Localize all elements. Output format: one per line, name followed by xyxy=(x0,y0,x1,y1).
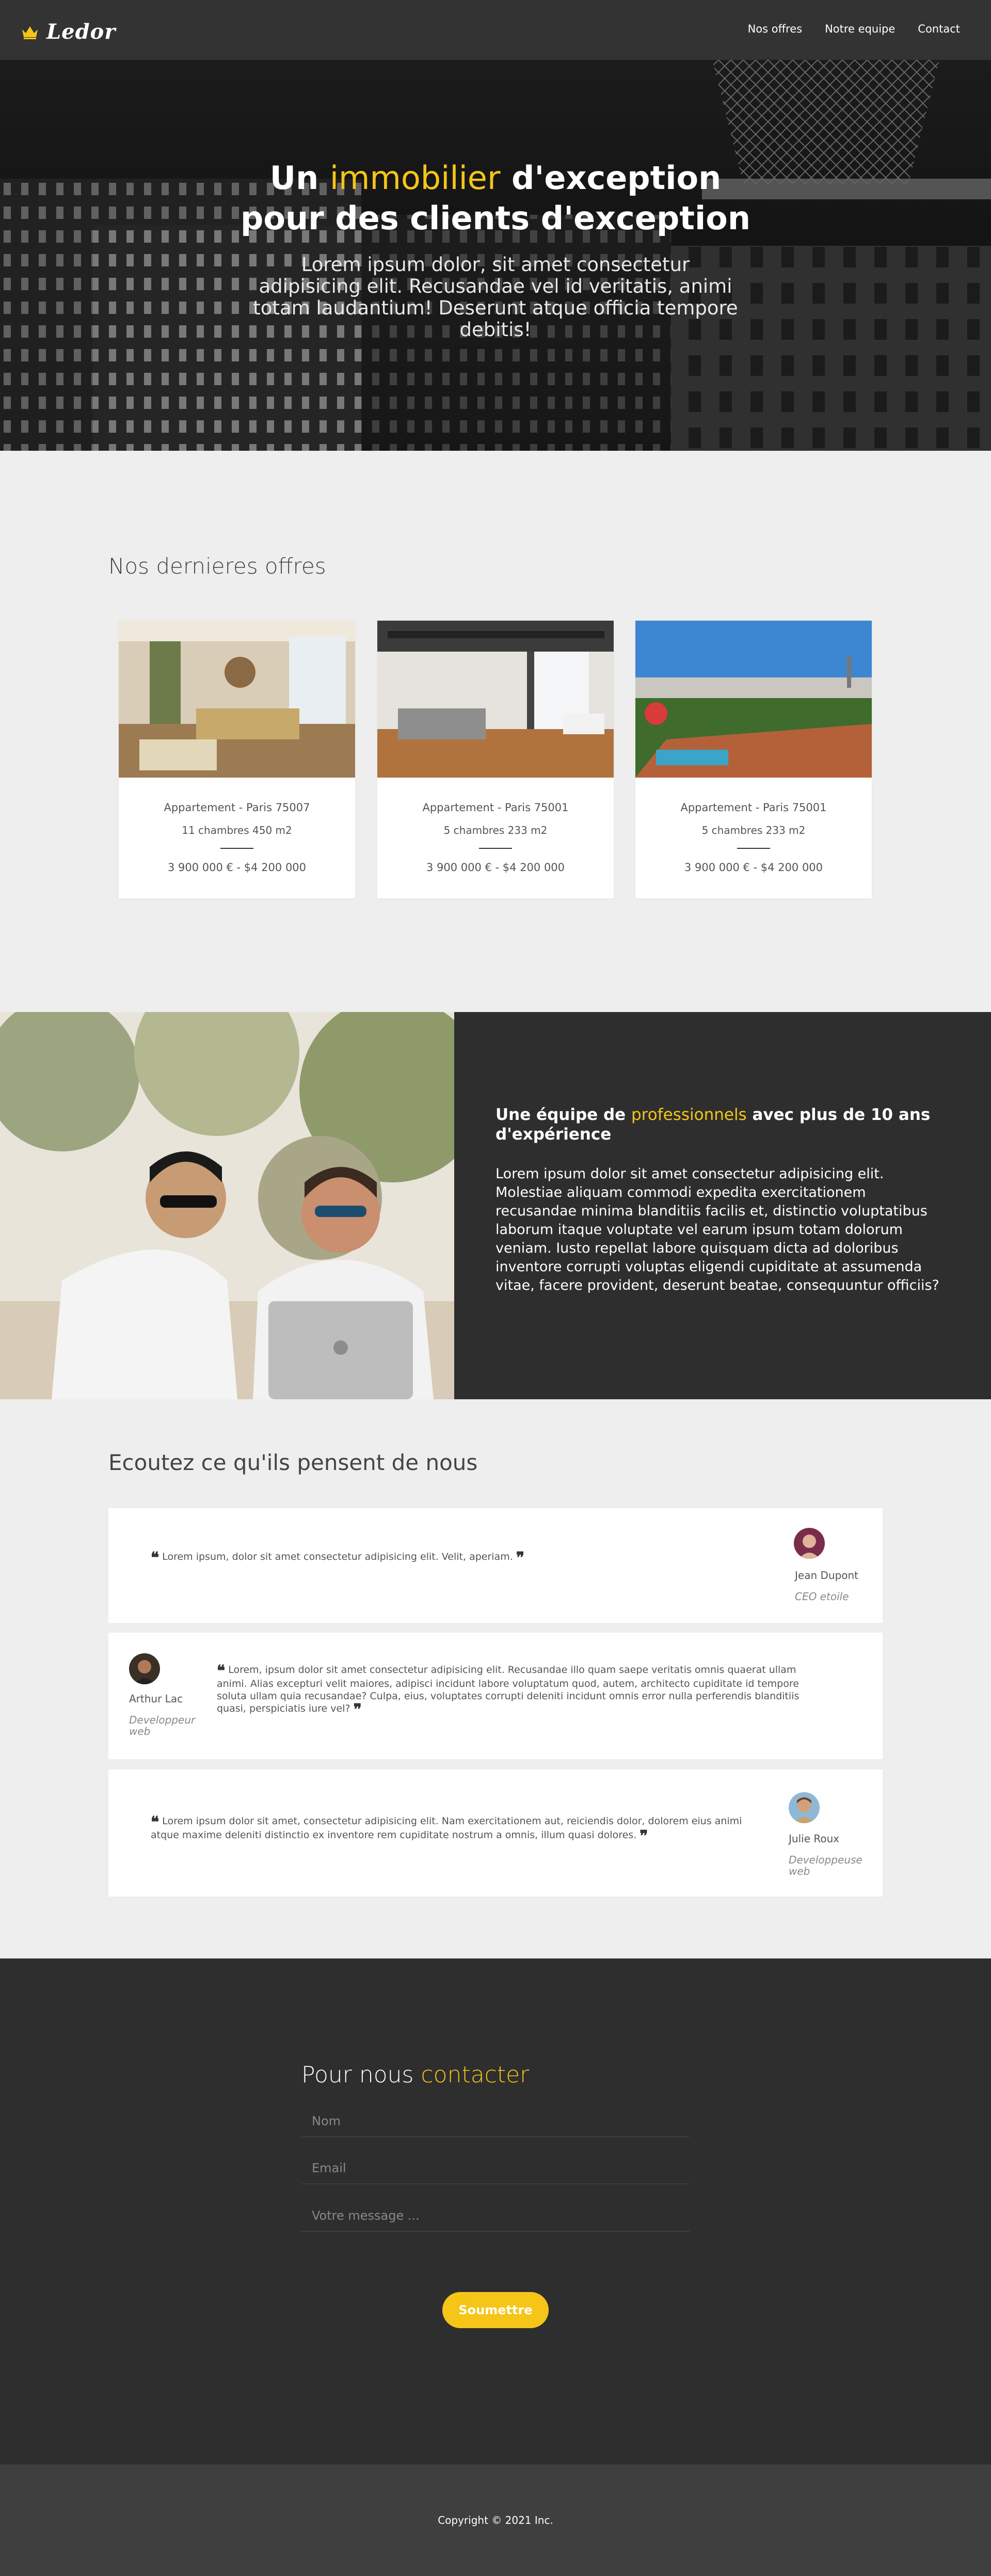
rooftop-terrace-photo xyxy=(635,621,872,778)
offer-card[interactable]: Appartement - Paris 75001 5 chambres 233… xyxy=(635,621,872,898)
message-field-wrapper xyxy=(301,2200,690,2232)
offer-rooms: 5 chambres 233 m2 xyxy=(443,824,548,836)
nav-link-offres[interactable]: Nos offres xyxy=(748,23,803,35)
offer-rooms: 5 chambres 233 m2 xyxy=(701,824,806,836)
name-field-wrapper xyxy=(301,2105,690,2137)
testimonial-quote-text: Lorem, ipsum dolor sit amet consectetur … xyxy=(217,1664,800,1714)
hero-title-line2: pour des clients d'exception xyxy=(241,199,750,237)
name-field[interactable] xyxy=(301,2105,690,2137)
offers-section-title: Nos dernieres offres xyxy=(108,554,326,579)
submit-button[interactable]: Soumettre xyxy=(442,2292,549,2328)
offer-card[interactable]: Appartement - Paris 75001 5 chambres 233… xyxy=(377,621,614,898)
offer-location: Appartement - Paris 75001 xyxy=(422,801,569,814)
footer: Copyright © 2021 Inc. xyxy=(0,2464,991,2576)
message-field[interactable] xyxy=(301,2200,690,2231)
offer-card[interactable]: Appartement - Paris 75007 11 chambres 45… xyxy=(119,621,355,898)
open-quote-icon: ❝ xyxy=(217,1662,226,1680)
testimonial-card: Arthur Lac Developpeur web ❝ Lorem, ipsu… xyxy=(108,1633,883,1759)
testimonial-quote-text: Lorem ipsum dolor sit amet, consectetur … xyxy=(151,1815,742,1841)
testimonial-quote: ❝ Lorem ipsum dolor sit amet, consectetu… xyxy=(151,1813,744,1845)
offer-price: 3 900 000 € - $4 200 000 xyxy=(426,861,565,874)
hero-title: Un immobilier d'exception pour des clien… xyxy=(0,158,991,239)
testimonial-author: Jean Dupont CEO etoile xyxy=(795,1569,858,1602)
testimonial-quote: ❝ Lorem ipsum, dolor sit amet consectetu… xyxy=(151,1549,744,1567)
close-quote-icon: ❞ xyxy=(353,1701,362,1719)
author-name: Jean Dupont xyxy=(795,1569,859,1582)
author-role: Developpeuse web xyxy=(789,1854,862,1877)
offer-location: Appartement - Paris 75007 xyxy=(164,801,310,814)
author-name: Julie Roux xyxy=(789,1832,840,1845)
close-quote-icon: ❞ xyxy=(640,1827,648,1845)
email-field-wrapper xyxy=(301,2152,690,2184)
open-quote-icon: ❝ xyxy=(151,1813,159,1831)
testimonial-quote-text: Lorem ipsum, dolor sit amet consectetur … xyxy=(162,1551,513,1562)
hero-title-accent: immobilier xyxy=(329,159,501,197)
avatar xyxy=(794,1528,825,1559)
close-quote-icon: ❞ xyxy=(516,1549,524,1567)
author-role: Developpeur web xyxy=(129,1714,196,1737)
hero-subtitle: Lorem ipsum dolor, sit amet consectetur … xyxy=(253,254,738,341)
team-heading: Une équipe de professionnels avec plus d… xyxy=(496,1105,939,1144)
divider xyxy=(737,848,770,849)
apartment-interior-photo xyxy=(377,621,614,778)
team-section: Une équipe de professionnels avec plus d… xyxy=(0,1012,991,1399)
testimonials-section-title: Ecoutez ce qu'ils pensent de nous xyxy=(108,1450,478,1475)
testimonial-author: Julie Roux Developpeuse web xyxy=(789,1832,871,1877)
author-name: Arthur Lac xyxy=(129,1693,183,1705)
testimonial-author: Arthur Lac Developpeur web xyxy=(129,1693,201,1737)
testimonial-card: ❝ Lorem ipsum, dolor sit amet consectetu… xyxy=(108,1508,883,1623)
avatar xyxy=(129,1653,160,1684)
nav-link-equipe[interactable]: Notre equipe xyxy=(825,23,895,35)
testimonial-quote: ❝ Lorem, ipsum dolor sit amet consectetu… xyxy=(217,1662,821,1719)
copyright-text: Copyright © 2021 Inc. xyxy=(438,2514,553,2526)
brand-logo[interactable]: Ledor xyxy=(21,20,116,44)
offer-rooms: 11 chambres 450 m2 xyxy=(182,824,292,836)
open-quote-icon: ❝ xyxy=(151,1549,159,1567)
nav-link-contact[interactable]: Contact xyxy=(918,23,960,35)
top-navbar: Ledor Nos offres Notre equipe Contact xyxy=(0,0,991,60)
team-photo xyxy=(0,1012,454,1399)
team-description: Lorem ipsum dolor sit amet consectetur a… xyxy=(496,1166,939,1293)
hero-title-part1: Un xyxy=(269,159,330,197)
contact-title: Pour nous contacter xyxy=(301,2062,529,2088)
testimonial-card: ❝ Lorem ipsum dolor sit amet, consectetu… xyxy=(108,1769,883,1897)
offer-price: 3 900 000 € - $4 200 000 xyxy=(167,861,307,874)
contact-section: Pour nous contacter Soumettre xyxy=(0,1958,991,2464)
email-field[interactable] xyxy=(301,2152,690,2184)
offer-location: Appartement - Paris 75001 xyxy=(680,801,827,814)
hero-banner: Un immobilier d'exception pour des clien… xyxy=(0,60,991,451)
hero-title-part2: d'exception xyxy=(500,159,722,197)
brand-name: Ledor xyxy=(46,20,116,44)
avatar xyxy=(789,1792,820,1823)
offer-price: 3 900 000 € - $4 200 000 xyxy=(684,861,823,874)
author-role: CEO etoile xyxy=(795,1590,849,1603)
crown-icon xyxy=(22,26,38,39)
team-heading-accent: professionnels xyxy=(631,1105,747,1124)
living-room-photo xyxy=(119,621,355,778)
team-heading-part1: Une équipe de xyxy=(496,1105,631,1124)
contact-title-part1: Pour nous xyxy=(301,2062,421,2088)
contact-title-accent: contacter xyxy=(421,2062,530,2088)
divider xyxy=(220,848,253,849)
divider xyxy=(479,848,512,849)
